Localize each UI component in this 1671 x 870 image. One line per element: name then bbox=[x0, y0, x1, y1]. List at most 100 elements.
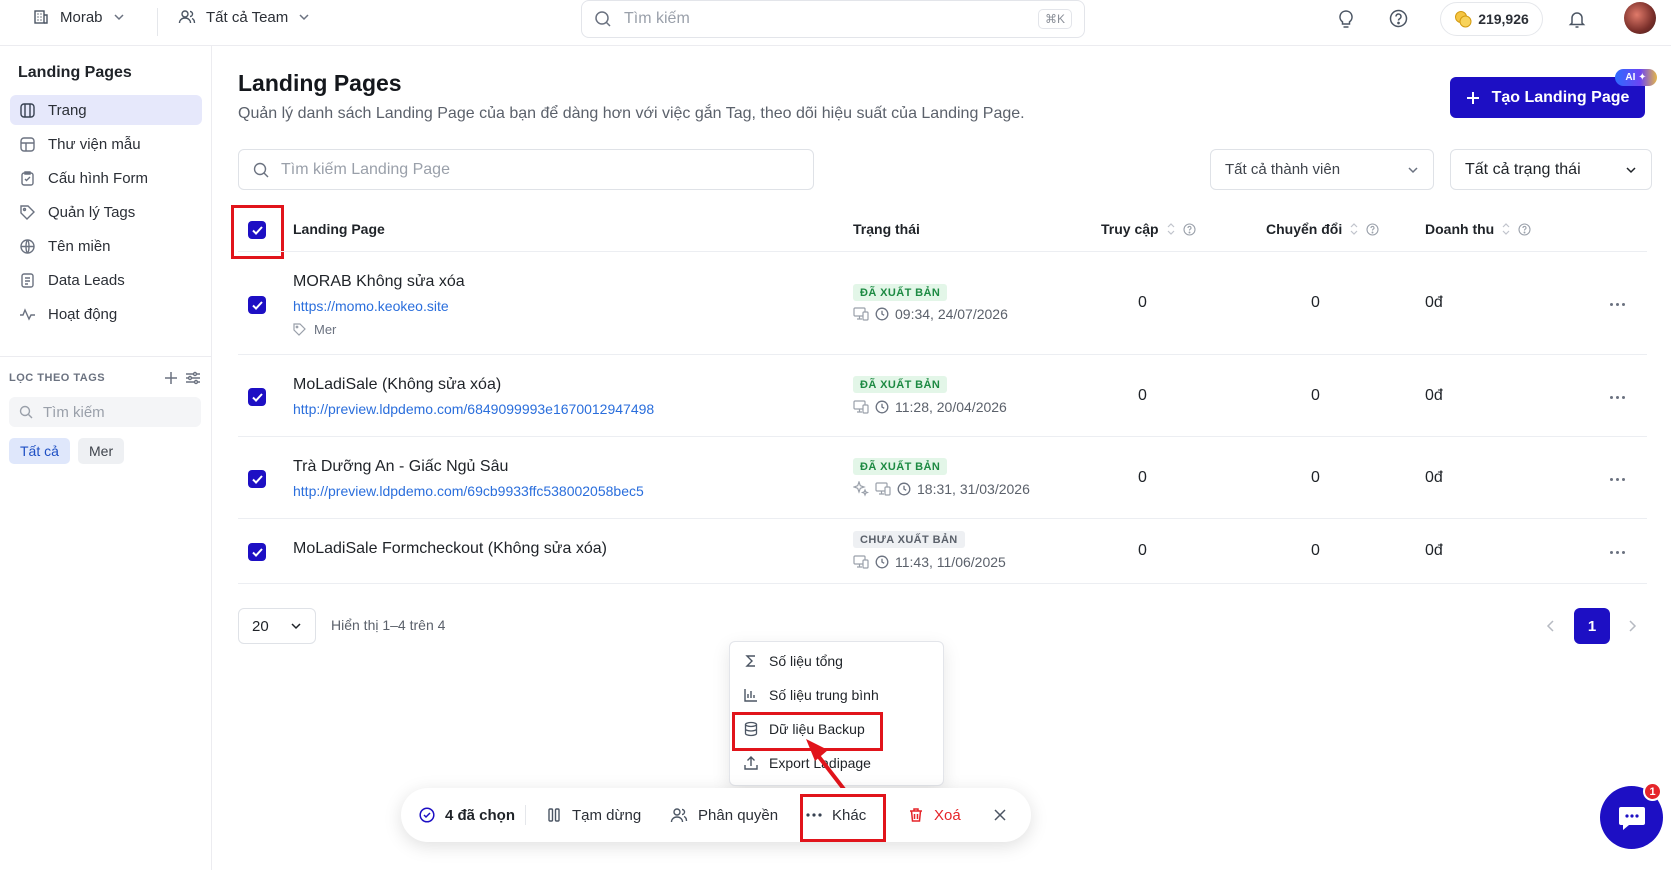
clock-icon bbox=[875, 307, 889, 321]
tag-search-input[interactable]: Tìm kiếm bbox=[9, 397, 201, 427]
top-bar: Morab Tất cả Team Tìm kiếm ⌘K 219,926 bbox=[0, 0, 1671, 46]
lightbulb-icon[interactable] bbox=[1337, 9, 1355, 29]
published-time: 18:31, 31/03/2026 bbox=[917, 481, 1030, 497]
team-switcher[interactable]: Tất cả Team bbox=[178, 8, 310, 26]
info-icon bbox=[1366, 222, 1379, 236]
sidebar-item-quan-ly-tags[interactable]: Quản lý Tags bbox=[10, 197, 202, 227]
delete-button[interactable]: Xoá bbox=[908, 788, 961, 842]
pause-button[interactable]: Tạm dừng bbox=[546, 788, 641, 842]
visits-value: 0 bbox=[1138, 469, 1147, 486]
credits-balance[interactable]: 219,926 bbox=[1440, 2, 1543, 36]
check-icon bbox=[251, 547, 263, 557]
sidebar-item-data-leads[interactable]: Data Leads bbox=[10, 265, 202, 295]
row-more-icon[interactable] bbox=[1610, 478, 1630, 481]
desktop-mobile-icon bbox=[875, 482, 891, 496]
landing-page-tag: Mer bbox=[293, 322, 336, 337]
landing-page-url[interactable]: http://preview.ldpdemo.com/69cb9933ffc53… bbox=[293, 483, 644, 499]
landing-page-url[interactable]: https://momo.keokeo.site bbox=[293, 298, 449, 314]
landing-page-search-input[interactable]: Tìm kiếm Landing Page bbox=[238, 149, 814, 190]
status-meta: 11:43, 11/06/2025 bbox=[853, 554, 1006, 570]
conversions-value: 0 bbox=[1311, 469, 1320, 486]
column-header-revenue[interactable]: Doanh thu bbox=[1425, 221, 1531, 237]
filter-settings-icon[interactable] bbox=[185, 371, 201, 385]
sidebar: Landing Pages Trang Thư viện mẫu Cấu hìn… bbox=[0, 46, 212, 870]
building-icon bbox=[34, 10, 48, 24]
page-button-current[interactable]: 1 bbox=[1574, 608, 1610, 644]
sidebar-item-thu-vien-mau[interactable]: Thư viện mẫu bbox=[10, 129, 202, 159]
bell-icon[interactable] bbox=[1568, 9, 1586, 29]
next-page-icon[interactable] bbox=[1627, 619, 1637, 633]
close-icon[interactable] bbox=[993, 808, 1007, 822]
create-landing-page-button[interactable]: Tạo Landing Page bbox=[1450, 77, 1645, 118]
landing-page-name[interactable]: MoLadiSale Formcheckout (Không sửa xóa) bbox=[293, 540, 607, 558]
sidebar-item-cau-hinh-form[interactable]: Cấu hình Form bbox=[10, 163, 202, 193]
user-avatar[interactable] bbox=[1624, 2, 1656, 34]
column-header-visits[interactable]: Truy cập bbox=[1101, 221, 1196, 237]
page-size-select[interactable]: 20 bbox=[238, 608, 316, 644]
search-placeholder: Tìm kiếm Landing Page bbox=[281, 160, 450, 178]
team-name: Tất cả Team bbox=[206, 8, 289, 26]
revenue-value: 0đ bbox=[1425, 469, 1443, 486]
landing-page-name[interactable]: MoLadiSale (Không sửa xóa) bbox=[293, 376, 501, 394]
add-tag-icon[interactable] bbox=[164, 371, 178, 385]
status-filter-select[interactable]: Tất cả trạng thái bbox=[1450, 149, 1652, 190]
desktop-mobile-icon bbox=[853, 555, 869, 569]
selected-count-label: 4 đã chọn bbox=[445, 806, 516, 824]
permissions-button[interactable]: Phân quyền bbox=[670, 788, 778, 842]
landing-page-name[interactable]: MORAB Không sửa xóa bbox=[293, 273, 465, 291]
info-icon bbox=[1183, 222, 1196, 236]
divider bbox=[0, 356, 212, 357]
column-label: Chuyển đổi bbox=[1266, 221, 1343, 237]
member-filter-select[interactable]: Tất cả thành viên bbox=[1210, 149, 1434, 190]
column-header-landing-page[interactable]: Landing Page bbox=[293, 221, 385, 237]
search-shortcut: ⌘K bbox=[1037, 9, 1072, 29]
tag-chip-mer[interactable]: Mer bbox=[78, 438, 125, 464]
row-checkbox[interactable] bbox=[248, 296, 266, 314]
sidebar-title: Landing Pages bbox=[18, 64, 132, 81]
chevron-down-icon bbox=[291, 623, 301, 630]
landing-page-url[interactable]: http://preview.ldpdemo.com/6849099993e16… bbox=[293, 401, 654, 417]
search-icon bbox=[19, 405, 33, 419]
document-icon bbox=[21, 272, 34, 288]
bar-chart-icon bbox=[744, 689, 757, 702]
row-checkbox[interactable] bbox=[248, 388, 266, 406]
published-time: 09:34, 24/07/2026 bbox=[895, 306, 1008, 322]
desktop-mobile-icon bbox=[853, 307, 869, 321]
revenue-value: 0đ bbox=[1425, 294, 1443, 311]
help-icon[interactable] bbox=[1389, 9, 1408, 28]
menu-item-total-stats[interactable]: Số liệu tổng bbox=[743, 653, 843, 669]
globe-icon bbox=[20, 238, 35, 254]
tag-chip-all[interactable]: Tất cả bbox=[9, 438, 70, 464]
landing-page-name[interactable]: Trà Dưỡng An - Giấc Ngủ Sâu bbox=[293, 458, 508, 476]
sidebar-item-label: Hoạt động bbox=[48, 305, 118, 323]
column-header-status[interactable]: Trạng thái bbox=[853, 221, 920, 237]
sort-icon bbox=[1502, 223, 1510, 235]
permissions-label: Phân quyền bbox=[698, 806, 779, 824]
row-more-icon[interactable] bbox=[1610, 303, 1630, 306]
tag-filter-heading: LỌC THEO TAGS bbox=[9, 372, 106, 384]
users-icon bbox=[670, 808, 688, 823]
tag-label: Mer bbox=[314, 322, 337, 337]
create-button-label: Tạo Landing Page bbox=[1491, 88, 1630, 106]
status-filter-value: Tất cả trạng thái bbox=[1465, 160, 1581, 178]
row-checkbox[interactable] bbox=[248, 470, 266, 488]
sidebar-item-label: Thư viện mẫu bbox=[48, 135, 141, 153]
conversions-value: 0 bbox=[1311, 542, 1320, 559]
sidebar-item-trang[interactable]: Trang bbox=[10, 95, 202, 125]
row-more-icon[interactable] bbox=[1610, 396, 1630, 399]
global-search-input[interactable]: Tìm kiếm ⌘K bbox=[581, 0, 1085, 38]
sort-icon bbox=[1350, 223, 1358, 235]
menu-item-average-stats[interactable]: Số liệu trung bình bbox=[743, 687, 879, 703]
column-label: Trạng thái bbox=[853, 221, 920, 237]
visits-value: 0 bbox=[1138, 387, 1147, 404]
users-icon bbox=[178, 10, 196, 24]
workspace-switcher[interactable]: Morab bbox=[32, 8, 125, 26]
row-checkbox[interactable] bbox=[248, 543, 266, 561]
column-header-conversions[interactable]: Chuyển đổi bbox=[1266, 221, 1379, 237]
sidebar-item-ten-mien[interactable]: Tên miền bbox=[10, 231, 202, 261]
divider bbox=[238, 583, 1647, 584]
row-more-icon[interactable] bbox=[1610, 551, 1630, 554]
prev-page-icon[interactable] bbox=[1546, 619, 1556, 633]
sidebar-item-hoat-dong[interactable]: Hoạt động bbox=[10, 299, 202, 329]
highlight-box bbox=[800, 794, 886, 842]
